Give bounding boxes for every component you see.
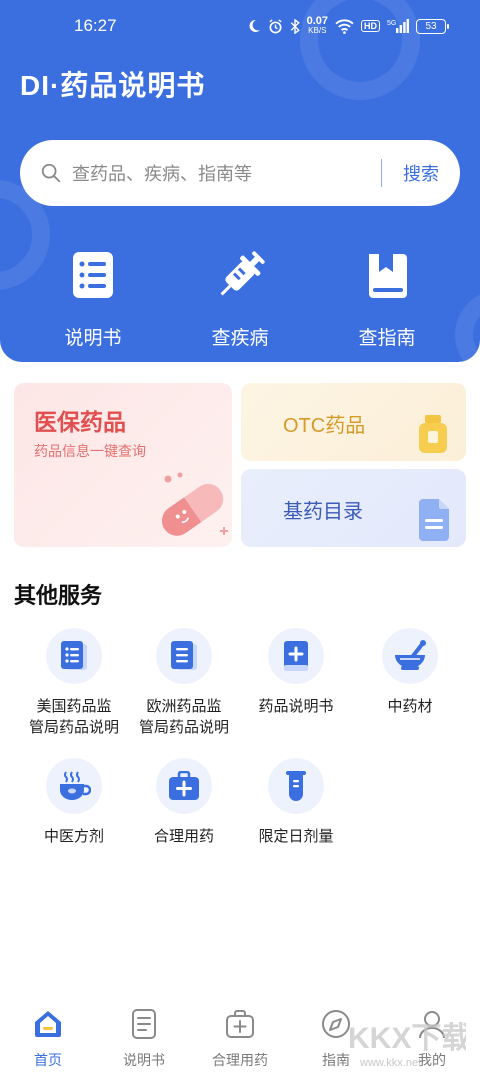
wifi-icon xyxy=(335,18,354,34)
service-chinese-herbs[interactable]: 中药材 xyxy=(350,628,470,717)
quick-action-manual[interactable]: 说明书 xyxy=(33,248,153,350)
service-icon-circle xyxy=(268,758,324,814)
mortar-pestle-icon xyxy=(395,640,426,670)
quick-action-disease[interactable]: 查疾病 xyxy=(180,248,300,350)
card-subtitle: 药品信息一键查询 xyxy=(34,443,146,459)
status-icons: 0.07 KB/S HD 5G 53 xyxy=(247,15,449,36)
card-essential-drugs[interactable]: 基药目录 xyxy=(241,469,466,547)
service-label: 合理用药 xyxy=(153,828,214,845)
service-label: 药品说明书 xyxy=(258,698,334,715)
book-icon xyxy=(369,254,407,298)
search-button[interactable]: 搜索 xyxy=(382,160,460,186)
hd-badge: HD xyxy=(361,20,380,32)
quick-action-label: 说明书 xyxy=(64,328,122,349)
nav-rational-drug-use[interactable]: 合理用药 xyxy=(192,1008,288,1070)
service-icon-circle xyxy=(156,758,212,814)
service-ema-drug-labels[interactable]: 欧洲药品监 管局药品说明 xyxy=(124,628,244,738)
svg-text:www.kkx.net: www.kkx.net xyxy=(359,1057,421,1068)
search-bar[interactable]: 查药品、疾病、指南等 搜索 xyxy=(20,140,460,206)
status-time: 16:27 xyxy=(74,16,117,35)
service-label: 欧洲药品监 管局药品说明 xyxy=(138,698,229,736)
service-label: 中医方剂 xyxy=(43,828,104,845)
battery-indicator: 53 xyxy=(416,18,449,34)
card-yibao-drugs[interactable]: 医保药品 药品信息一键查询 xyxy=(14,383,232,547)
document-list-icon xyxy=(61,641,87,670)
card-title: 医保药品 xyxy=(34,409,126,435)
search-divider xyxy=(380,159,382,187)
document-icon xyxy=(171,641,197,670)
quick-action-guide[interactable]: 查指南 xyxy=(327,248,447,350)
nav-manual[interactable]: 说明书 xyxy=(96,1008,192,1070)
kkx-watermark-logo: KKX下载 www.kkx.net xyxy=(348,1022,466,1068)
medical-kit-icon xyxy=(169,771,199,800)
medicine-bottle-icon xyxy=(419,415,447,453)
bluetooth-icon xyxy=(290,18,300,34)
network-speed: 0.07 KB/S xyxy=(306,15,328,36)
medical-kit-icon xyxy=(226,1010,254,1038)
service-label: 限定日剂量 xyxy=(258,828,334,845)
home-icon xyxy=(35,1011,61,1037)
service-tcm-prescriptions[interactable]: 中医方剂 xyxy=(14,758,134,847)
service-icon-circle xyxy=(46,758,102,814)
signal-icon: 5G xyxy=(387,19,409,33)
moon-icon xyxy=(249,19,260,32)
service-icon-circle xyxy=(268,628,324,684)
svg-text:KKX下载: KKX下载 xyxy=(348,1022,466,1055)
test-tube-icon xyxy=(286,771,306,801)
status-bar: 16:27 0.07 KB/S HD 5G 53 xyxy=(0,14,480,42)
quick-action-label: 查指南 xyxy=(358,328,416,349)
document-icon xyxy=(132,1009,156,1039)
service-drug-manual[interactable]: 药品说明书 xyxy=(236,628,356,717)
section-title-other-services: 其他服务 xyxy=(14,583,103,608)
quick-action-label: 查疾病 xyxy=(211,328,269,349)
document-list-icon xyxy=(73,252,113,298)
syringe-icon xyxy=(220,251,265,296)
service-label: 中药材 xyxy=(387,698,433,715)
decorative-ring xyxy=(455,290,480,362)
alarm-icon xyxy=(269,18,282,33)
medical-book-icon xyxy=(284,641,308,671)
card-otc-drugs[interactable]: OTC药品 xyxy=(241,383,466,461)
service-icon-circle xyxy=(156,628,212,684)
pill-capsule-icon xyxy=(162,472,228,536)
herbal-cup-icon xyxy=(60,771,91,800)
svg-text:5G: 5G xyxy=(387,20,396,27)
app-title: DI·药品说明书 xyxy=(20,70,206,101)
card-title: OTC药品 xyxy=(283,415,366,437)
file-icon xyxy=(419,499,449,541)
service-rational-drug-use[interactable]: 合理用药 xyxy=(124,758,244,847)
service-label: 美国药品监 管局药品说明 xyxy=(28,698,119,736)
nav-label: 合理用药 xyxy=(212,1052,268,1068)
search-icon xyxy=(41,163,61,183)
nav-label: 说明书 xyxy=(123,1052,165,1068)
nav-label: 首页 xyxy=(34,1052,62,1068)
card-title: 基药目录 xyxy=(283,501,363,523)
service-fda-drug-labels[interactable]: 美国药品监 管局药品说明 xyxy=(14,628,134,738)
service-defined-daily-dose[interactable]: 限定日剂量 xyxy=(236,758,356,847)
search-input[interactable]: 查药品、疾病、指南等 xyxy=(72,160,381,186)
service-icon-circle xyxy=(46,628,102,684)
header-banner: 16:27 0.07 KB/S HD 5G 53 DI·药品说明书 查药品、疾病… xyxy=(0,0,480,362)
nav-home[interactable]: 首页 xyxy=(0,1008,96,1070)
service-icon-circle xyxy=(382,628,438,684)
